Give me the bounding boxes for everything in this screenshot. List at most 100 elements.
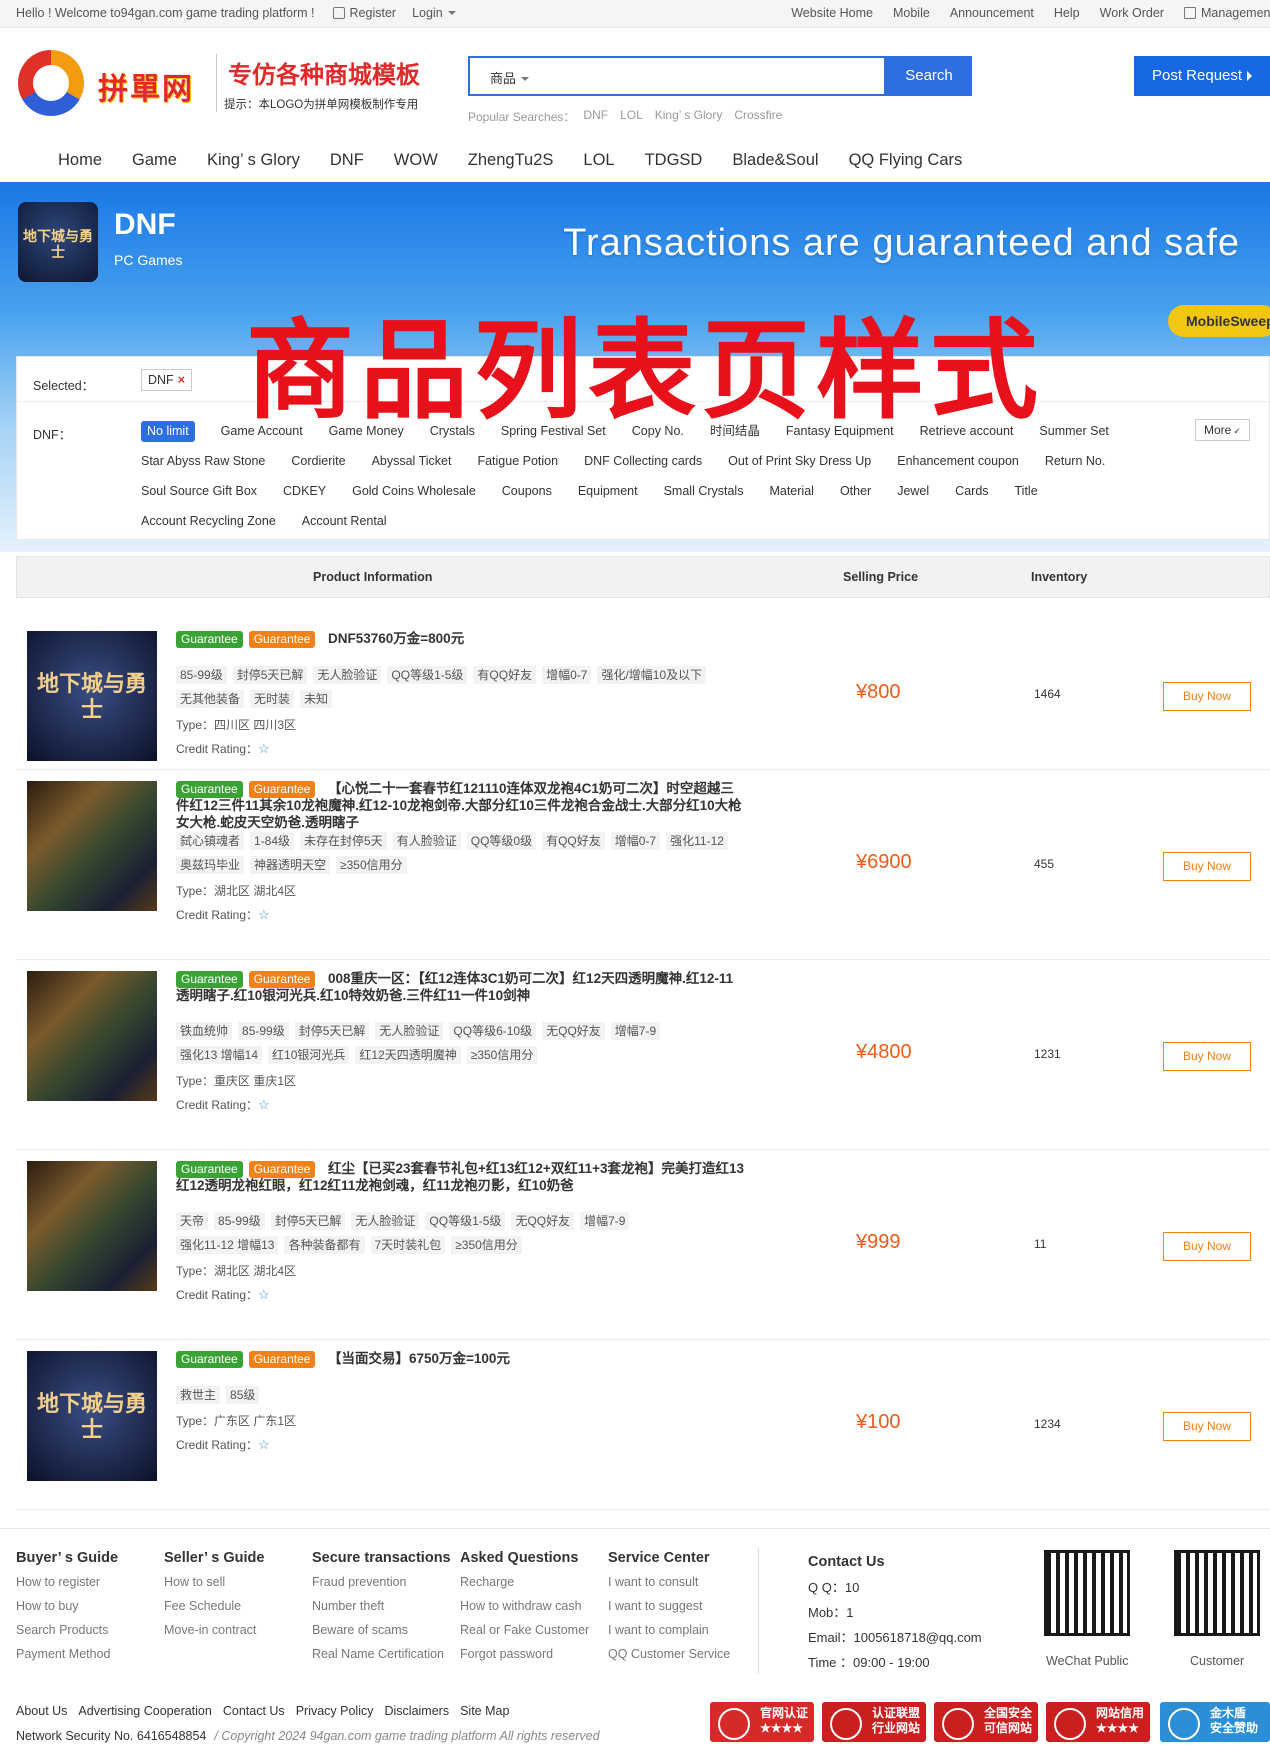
selected-filter-tag[interactable]: DNF ×	[141, 369, 193, 391]
filter-option[interactable]: Star Abyss Raw Stone	[141, 451, 265, 472]
announcement-link[interactable]: Announcement	[950, 6, 1034, 20]
nav-kings-glory[interactable]: King’ s Glory	[207, 151, 300, 170]
logo-mark[interactable]	[18, 50, 84, 116]
buy-now-button[interactable]: Buy Now	[1163, 682, 1251, 711]
filter-option[interactable]: Jewel	[897, 481, 929, 502]
filter-option[interactable]: Out of Print Sky Dress Up	[728, 451, 871, 472]
filter-option[interactable]: Fatigue Potion	[477, 451, 558, 472]
footer-link[interactable]: How to buy	[16, 1599, 118, 1613]
bottom-link[interactable]: Contact Us	[223, 1704, 285, 1718]
popular-item[interactable]: LOL	[620, 108, 643, 125]
filter-option[interactable]: Summer Set	[1039, 421, 1108, 442]
footer-link[interactable]: QQ Customer Service	[608, 1647, 730, 1661]
footer-link[interactable]: Number theft	[312, 1599, 451, 1613]
certification-badge[interactable]: 官网认证 ★★★★	[710, 1702, 814, 1742]
footer-link[interactable]: Search Products	[16, 1623, 118, 1637]
certification-badge[interactable]: 全国安全 可信网站	[934, 1702, 1038, 1742]
footer-link[interactable]: How to withdraw cash	[460, 1599, 589, 1613]
filter-option[interactable]: Coupons	[502, 481, 552, 502]
product-thumbnail[interactable]	[27, 1161, 157, 1291]
buy-now-button[interactable]: Buy Now	[1163, 1042, 1251, 1071]
footer-link[interactable]: Payment Method	[16, 1647, 118, 1661]
filter-option[interactable]: Abyssal Ticket	[372, 451, 452, 472]
certification-badge[interactable]: 网站信用 ★★★★	[1046, 1702, 1150, 1742]
work-order-link[interactable]: Work Order	[1100, 6, 1164, 20]
certification-badge[interactable]: 认证联盟 行业网站	[822, 1702, 926, 1742]
filter-option[interactable]: Cordierite	[291, 451, 345, 472]
buy-now-button[interactable]: Buy Now	[1163, 1412, 1251, 1441]
product-title[interactable]: DNF53760万金=800元	[176, 630, 746, 647]
more-button[interactable]: More ✓	[1195, 419, 1250, 441]
post-request-button[interactable]: Post Request	[1134, 56, 1270, 96]
footer-link[interactable]: Fee Schedule	[164, 1599, 264, 1613]
product-title[interactable]: 【当面交易】6750万金=100元	[176, 1350, 746, 1367]
close-icon[interactable]: ×	[178, 373, 185, 387]
popular-item[interactable]: King’ s Glory	[655, 108, 723, 125]
filter-option[interactable]: Cards	[955, 481, 988, 502]
bottom-link[interactable]: About Us	[16, 1704, 67, 1718]
bottom-link[interactable]: Advertising Cooperation	[78, 1704, 211, 1718]
footer-link[interactable]: How to sell	[164, 1575, 264, 1589]
product-thumbnail[interactable]	[27, 971, 157, 1101]
footer-link[interactable]: Forgot password	[460, 1647, 589, 1661]
product-thumbnail[interactable]: 地下城与勇士	[27, 1351, 157, 1481]
filter-option[interactable]: Equipment	[578, 481, 638, 502]
popular-item[interactable]: DNF	[583, 108, 608, 125]
mobile-sweep-button[interactable]: MobileSweep	[1168, 305, 1270, 337]
management-link[interactable]: Management	[1184, 6, 1270, 20]
help-link[interactable]: Help	[1054, 6, 1080, 20]
filter-option[interactable]: Account Recycling Zone	[141, 511, 276, 532]
product-title[interactable]: 008重庆一区：【红12连体3C1奶可二次】红12天四透明魔神.红12-11透明…	[176, 970, 746, 1004]
register-link[interactable]: Register	[332, 6, 396, 20]
filter-option[interactable]: CDKEY	[283, 481, 326, 502]
nav-zhengtu[interactable]: ZhengTu2S	[468, 151, 554, 170]
filter-option[interactable]: Soul Source Gift Box	[141, 481, 257, 502]
filter-option[interactable]: DNF Collecting cards	[584, 451, 702, 472]
search-input[interactable]: 商品	[468, 56, 886, 96]
nav-lol[interactable]: LOL	[583, 151, 614, 170]
logo-text[interactable]: 拼單网	[98, 64, 194, 108]
login-dropdown[interactable]: Login	[412, 6, 456, 20]
nav-game[interactable]: Game	[132, 151, 177, 170]
filter-option[interactable]: Other	[840, 481, 871, 502]
nav-home[interactable]: Home	[58, 151, 102, 170]
nav-dnf[interactable]: DNF	[330, 151, 364, 170]
nav-wow[interactable]: WOW	[394, 151, 438, 170]
popular-item[interactable]: Crossfire	[734, 108, 782, 125]
certification-badge[interactable]: 金木盾 安全赞助	[1160, 1702, 1270, 1742]
search-category-select[interactable]: 商品	[490, 68, 530, 87]
product-thumbnail[interactable]: 地下城与勇士	[27, 631, 157, 761]
nav-qq-flying-cars[interactable]: QQ Flying Cars	[849, 151, 963, 170]
footer-link[interactable]: Move-in contract	[164, 1623, 264, 1637]
website-home-link[interactable]: Website Home	[791, 6, 873, 20]
product-title[interactable]: 红尘【已买23套春节礼包+红13红12+双红11+3套龙袍】完美打造红13红12…	[176, 1160, 746, 1194]
footer-link[interactable]: I want to complain	[608, 1623, 730, 1637]
nav-blade-soul[interactable]: Blade&Soul	[732, 151, 818, 170]
bottom-link[interactable]: Privacy Policy	[296, 1704, 374, 1718]
buy-now-button[interactable]: Buy Now	[1163, 852, 1251, 881]
footer-link[interactable]: How to register	[16, 1575, 118, 1589]
filter-option[interactable]: Return No.	[1045, 451, 1105, 472]
mobile-link[interactable]: Mobile	[893, 6, 930, 20]
bottom-link[interactable]: Disclaimers	[384, 1704, 449, 1718]
product-thumbnail[interactable]	[27, 781, 157, 911]
filter-option[interactable]: Enhancement coupon	[897, 451, 1019, 472]
filter-option[interactable]: Material	[769, 481, 813, 502]
filter-option[interactable]: Small Crystals	[664, 481, 744, 502]
filter-option[interactable]: Account Rental	[302, 511, 387, 532]
product-title[interactable]: 【心悦二十一套春节红121110连体双龙袍4C1奶可二次】时空超越三件红12三件…	[176, 780, 746, 831]
buy-now-button[interactable]: Buy Now	[1163, 1232, 1251, 1261]
footer-link[interactable]: I want to consult	[608, 1575, 730, 1589]
filter-option[interactable]: Gold Coins Wholesale	[352, 481, 476, 502]
filter-option[interactable]: No limit	[141, 421, 195, 442]
nav-tdgsd[interactable]: TDGSD	[645, 151, 703, 170]
footer-link[interactable]: Recharge	[460, 1575, 589, 1589]
footer-link[interactable]: I want to suggest	[608, 1599, 730, 1613]
bottom-link[interactable]: Site Map	[460, 1704, 509, 1718]
footer-link[interactable]: Beware of scams	[312, 1623, 451, 1637]
footer-link[interactable]: Fraud prevention	[312, 1575, 451, 1589]
search-button[interactable]: Search	[886, 56, 972, 96]
footer-link[interactable]: Real Name Certification	[312, 1647, 451, 1661]
filter-option[interactable]: Title	[1015, 481, 1038, 502]
footer-link[interactable]: Real or Fake Customer	[460, 1623, 589, 1637]
